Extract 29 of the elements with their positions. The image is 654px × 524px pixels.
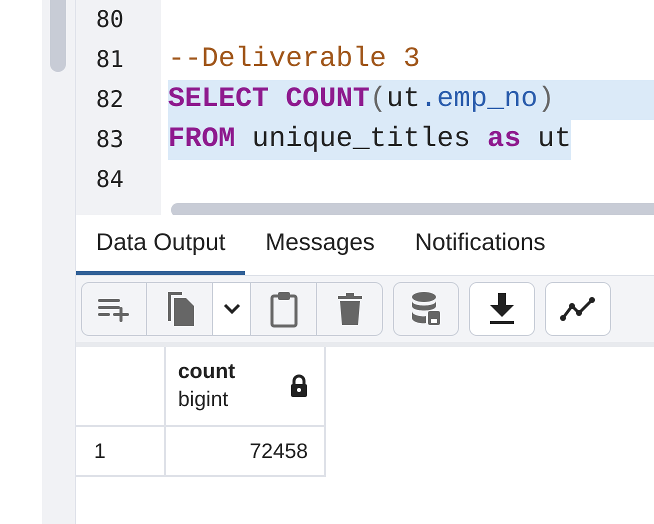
line-number: 83 — [76, 120, 161, 160]
scrollbar-thumb[interactable] — [50, 0, 66, 72]
download-button[interactable] — [469, 282, 535, 336]
tab[interactable]: Messages — [245, 215, 395, 275]
scrollbar-thumb[interactable] — [171, 203, 654, 215]
caret-icon — [222, 303, 240, 315]
code-line: --Deliverable 3 — [168, 43, 420, 77]
row-number: 1 — [76, 427, 166, 477]
clipboard-icon — [268, 290, 298, 328]
line-number: 81 — [76, 40, 161, 80]
add-row-button[interactable] — [81, 282, 147, 336]
trash-icon — [338, 293, 362, 325]
column-name: count — [178, 360, 236, 384]
line-number: 84 — [76, 160, 161, 200]
column-type: bigint — [178, 388, 230, 412]
dropdown-button[interactable] — [213, 282, 251, 336]
line-number: 80 — [76, 0, 161, 40]
column-header[interactable]: count bigint — [166, 347, 326, 427]
tab[interactable]: Notifications — [394, 215, 566, 275]
download-icon — [489, 293, 515, 325]
table-cell: 72458 — [166, 427, 326, 477]
copy-button[interactable] — [147, 282, 213, 336]
line-number: 82 — [76, 80, 161, 120]
paste-button[interactable] — [251, 282, 317, 336]
line-graph-icon — [560, 296, 596, 322]
save-data-button[interactable] — [393, 282, 459, 336]
graph-button[interactable] — [545, 282, 611, 336]
database-icon — [411, 292, 441, 326]
delete-button[interactable] — [317, 282, 383, 336]
